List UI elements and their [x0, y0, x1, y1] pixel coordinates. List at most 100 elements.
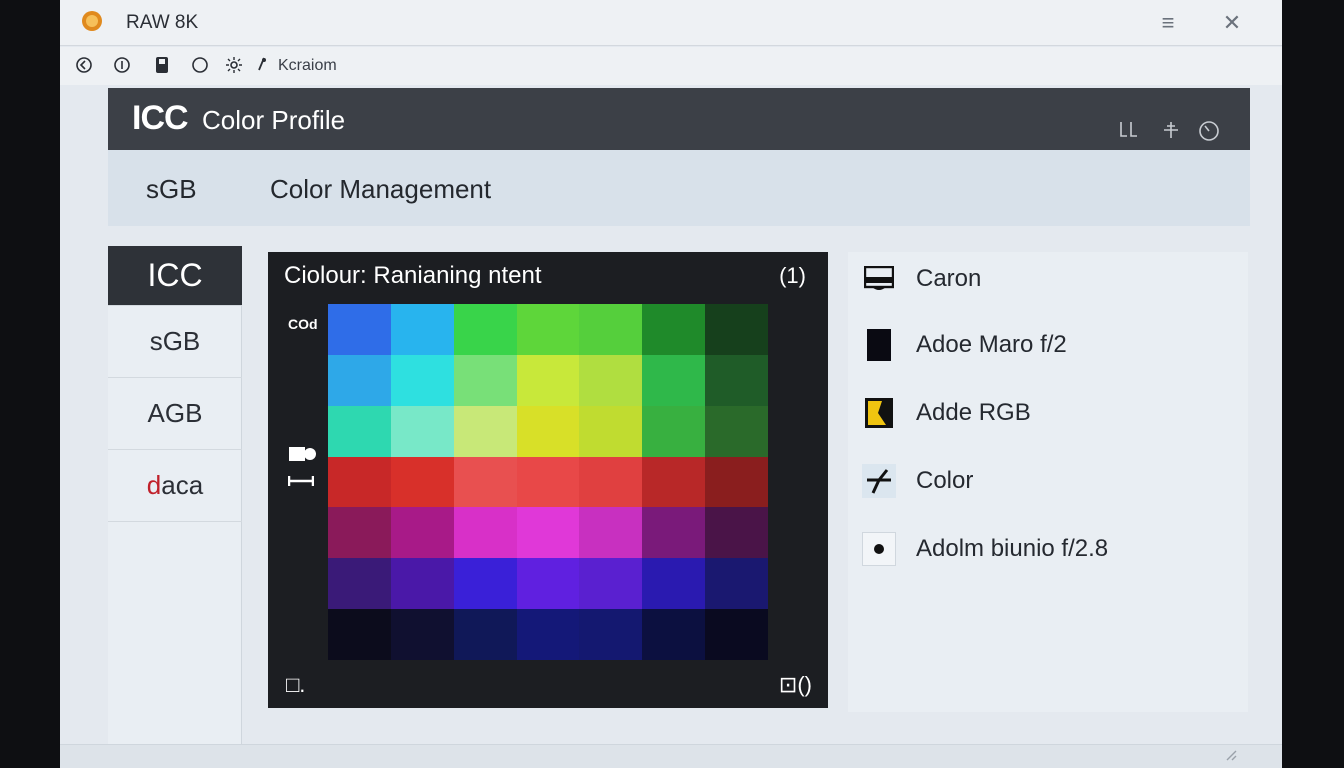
- info-icon[interactable]: [112, 56, 132, 76]
- color-swatch[interactable]: [579, 558, 643, 610]
- profile-item-color[interactable]: Color: [862, 456, 1242, 506]
- color-swatch[interactable]: [453, 456, 517, 508]
- color-swatch[interactable]: [328, 456, 391, 508]
- back-icon[interactable]: [74, 56, 94, 76]
- subheader: sGB Color Management: [108, 150, 1250, 226]
- profile-item-caron[interactable]: Caron: [862, 254, 1242, 304]
- profile-item-adoe-maro[interactable]: Adoe Maro f/2: [862, 320, 1242, 370]
- color-swatch[interactable]: [642, 354, 706, 406]
- timer-icon[interactable]: [1198, 120, 1220, 142]
- color-swatch[interactable]: [516, 456, 580, 508]
- color-swatch[interactable]: [328, 558, 391, 610]
- layout-icon[interactable]: [1118, 120, 1140, 142]
- color-swatch[interactable]: [328, 405, 391, 457]
- color-swatch[interactable]: [453, 558, 517, 610]
- color-swatch[interactable]: [705, 304, 768, 355]
- viewer-footer-left[interactable]: □.: [286, 672, 305, 698]
- color-swatch[interactable]: [642, 405, 706, 457]
- color-swatch[interactable]: [705, 558, 768, 610]
- menu-icon[interactable]: ≡: [1154, 10, 1182, 36]
- settings-icon[interactable]: [224, 56, 244, 76]
- color-swatch[interactable]: [328, 507, 391, 559]
- color-swatch[interactable]: [516, 354, 580, 406]
- printer-icon: [862, 262, 896, 296]
- toolbar-label[interactable]: Kcraiom: [278, 57, 337, 75]
- black-square-icon: [862, 328, 896, 362]
- color-swatch[interactable]: [579, 304, 643, 355]
- profile-label: Color: [916, 467, 974, 494]
- nav-item-agb[interactable]: AGB: [108, 378, 242, 450]
- color-swatch[interactable]: [642, 507, 706, 559]
- color-swatch[interactable]: [705, 507, 768, 559]
- color-swatch[interactable]: [642, 304, 706, 355]
- dot-icon: [862, 532, 896, 566]
- nav-item-icc[interactable]: ICC: [108, 246, 242, 306]
- color-swatch[interactable]: [642, 456, 706, 508]
- adjust-icon[interactable]: [1160, 120, 1182, 142]
- color-swatch[interactable]: [579, 456, 643, 508]
- ruler-icon[interactable]: [287, 474, 315, 490]
- circle-icon[interactable]: [190, 56, 210, 76]
- color-swatch[interactable]: [642, 558, 706, 610]
- profile-item-adolm-biunio[interactable]: Adolm biunio f/2.8: [862, 524, 1242, 574]
- viewer-title: Ciolour: Ranianing ntent: [284, 262, 542, 289]
- color-swatch[interactable]: [516, 405, 580, 457]
- color-swatch[interactable]: [705, 354, 768, 406]
- color-swatch[interactable]: [516, 507, 580, 559]
- profile-item-adde-rgb[interactable]: Adde RGB: [862, 388, 1242, 438]
- color-swatch[interactable]: [328, 304, 391, 355]
- nav-item-sgb[interactable]: sGB: [108, 306, 242, 378]
- color-swatch[interactable]: [516, 304, 580, 355]
- color-swatch[interactable]: [579, 354, 643, 406]
- color-swatch-grid[interactable]: [328, 304, 768, 660]
- color-swatch[interactable]: [579, 609, 643, 660]
- color-swatch[interactable]: [390, 304, 454, 355]
- color-swatch[interactable]: [516, 558, 580, 610]
- color-swatch[interactable]: [516, 609, 580, 660]
- subheader-title: Color Management: [270, 174, 492, 204]
- color-swatch[interactable]: [390, 456, 454, 508]
- color-swatch[interactable]: [390, 354, 454, 406]
- nav-item-daca[interactable]: daca: [108, 450, 242, 522]
- close-icon[interactable]: ✕: [1218, 10, 1246, 36]
- icc-badge: ICC: [132, 99, 189, 137]
- color-swatch[interactable]: [642, 609, 706, 660]
- profile-label: Adoe Maro f/2: [916, 331, 1067, 358]
- color-swatch[interactable]: [453, 304, 517, 355]
- color-swatch[interactable]: [705, 609, 768, 660]
- color-swatch[interactable]: [453, 354, 517, 406]
- toolbar: Kcraiom: [60, 47, 1282, 85]
- viewer-side-label: COd: [288, 316, 318, 332]
- viewer-footer-right[interactable]: ⊡(): [779, 672, 812, 698]
- yellow-flag-icon: [862, 396, 896, 430]
- pin-icon[interactable]: [252, 56, 272, 76]
- profile-label: Adolm biunio f/2.8: [916, 535, 1109, 562]
- color-swatch[interactable]: [579, 507, 643, 559]
- color-swatch[interactable]: [390, 405, 454, 457]
- profile-label: Caron: [916, 265, 982, 292]
- color-swatch[interactable]: [453, 507, 517, 559]
- color-swatch[interactable]: [390, 507, 454, 559]
- panel-title: Color Profile: [202, 105, 346, 135]
- color-swatch[interactable]: [453, 405, 517, 457]
- resize-grip-icon[interactable]: [1224, 748, 1238, 765]
- color-swatch[interactable]: [328, 354, 391, 406]
- panel-header: ICC Color Profile: [108, 88, 1250, 150]
- save-icon[interactable]: [152, 56, 172, 76]
- title-bar: RAW 8K ≡ ✕: [60, 0, 1282, 46]
- color-swatch[interactable]: [390, 558, 454, 610]
- status-bar: [60, 744, 1282, 768]
- profile-label: Adde RGB: [916, 399, 1031, 426]
- color-swatch[interactable]: [390, 609, 454, 660]
- color-viewer: Ciolour: Ranianing ntent (1) COd □. ⊡(): [268, 252, 828, 708]
- viewer-count: (1): [779, 263, 806, 288]
- color-swatch[interactable]: [705, 405, 768, 457]
- color-swatch[interactable]: [579, 405, 643, 457]
- left-nav: ICC sGB AGB daca: [108, 246, 242, 768]
- camera-icon[interactable]: [288, 444, 318, 467]
- color-swatch[interactable]: [328, 609, 391, 660]
- color-swatch[interactable]: [453, 609, 517, 660]
- plane-icon: [862, 464, 896, 498]
- color-swatch[interactable]: [705, 456, 768, 508]
- subheader-tab-sgb[interactable]: sGB: [146, 174, 197, 205]
